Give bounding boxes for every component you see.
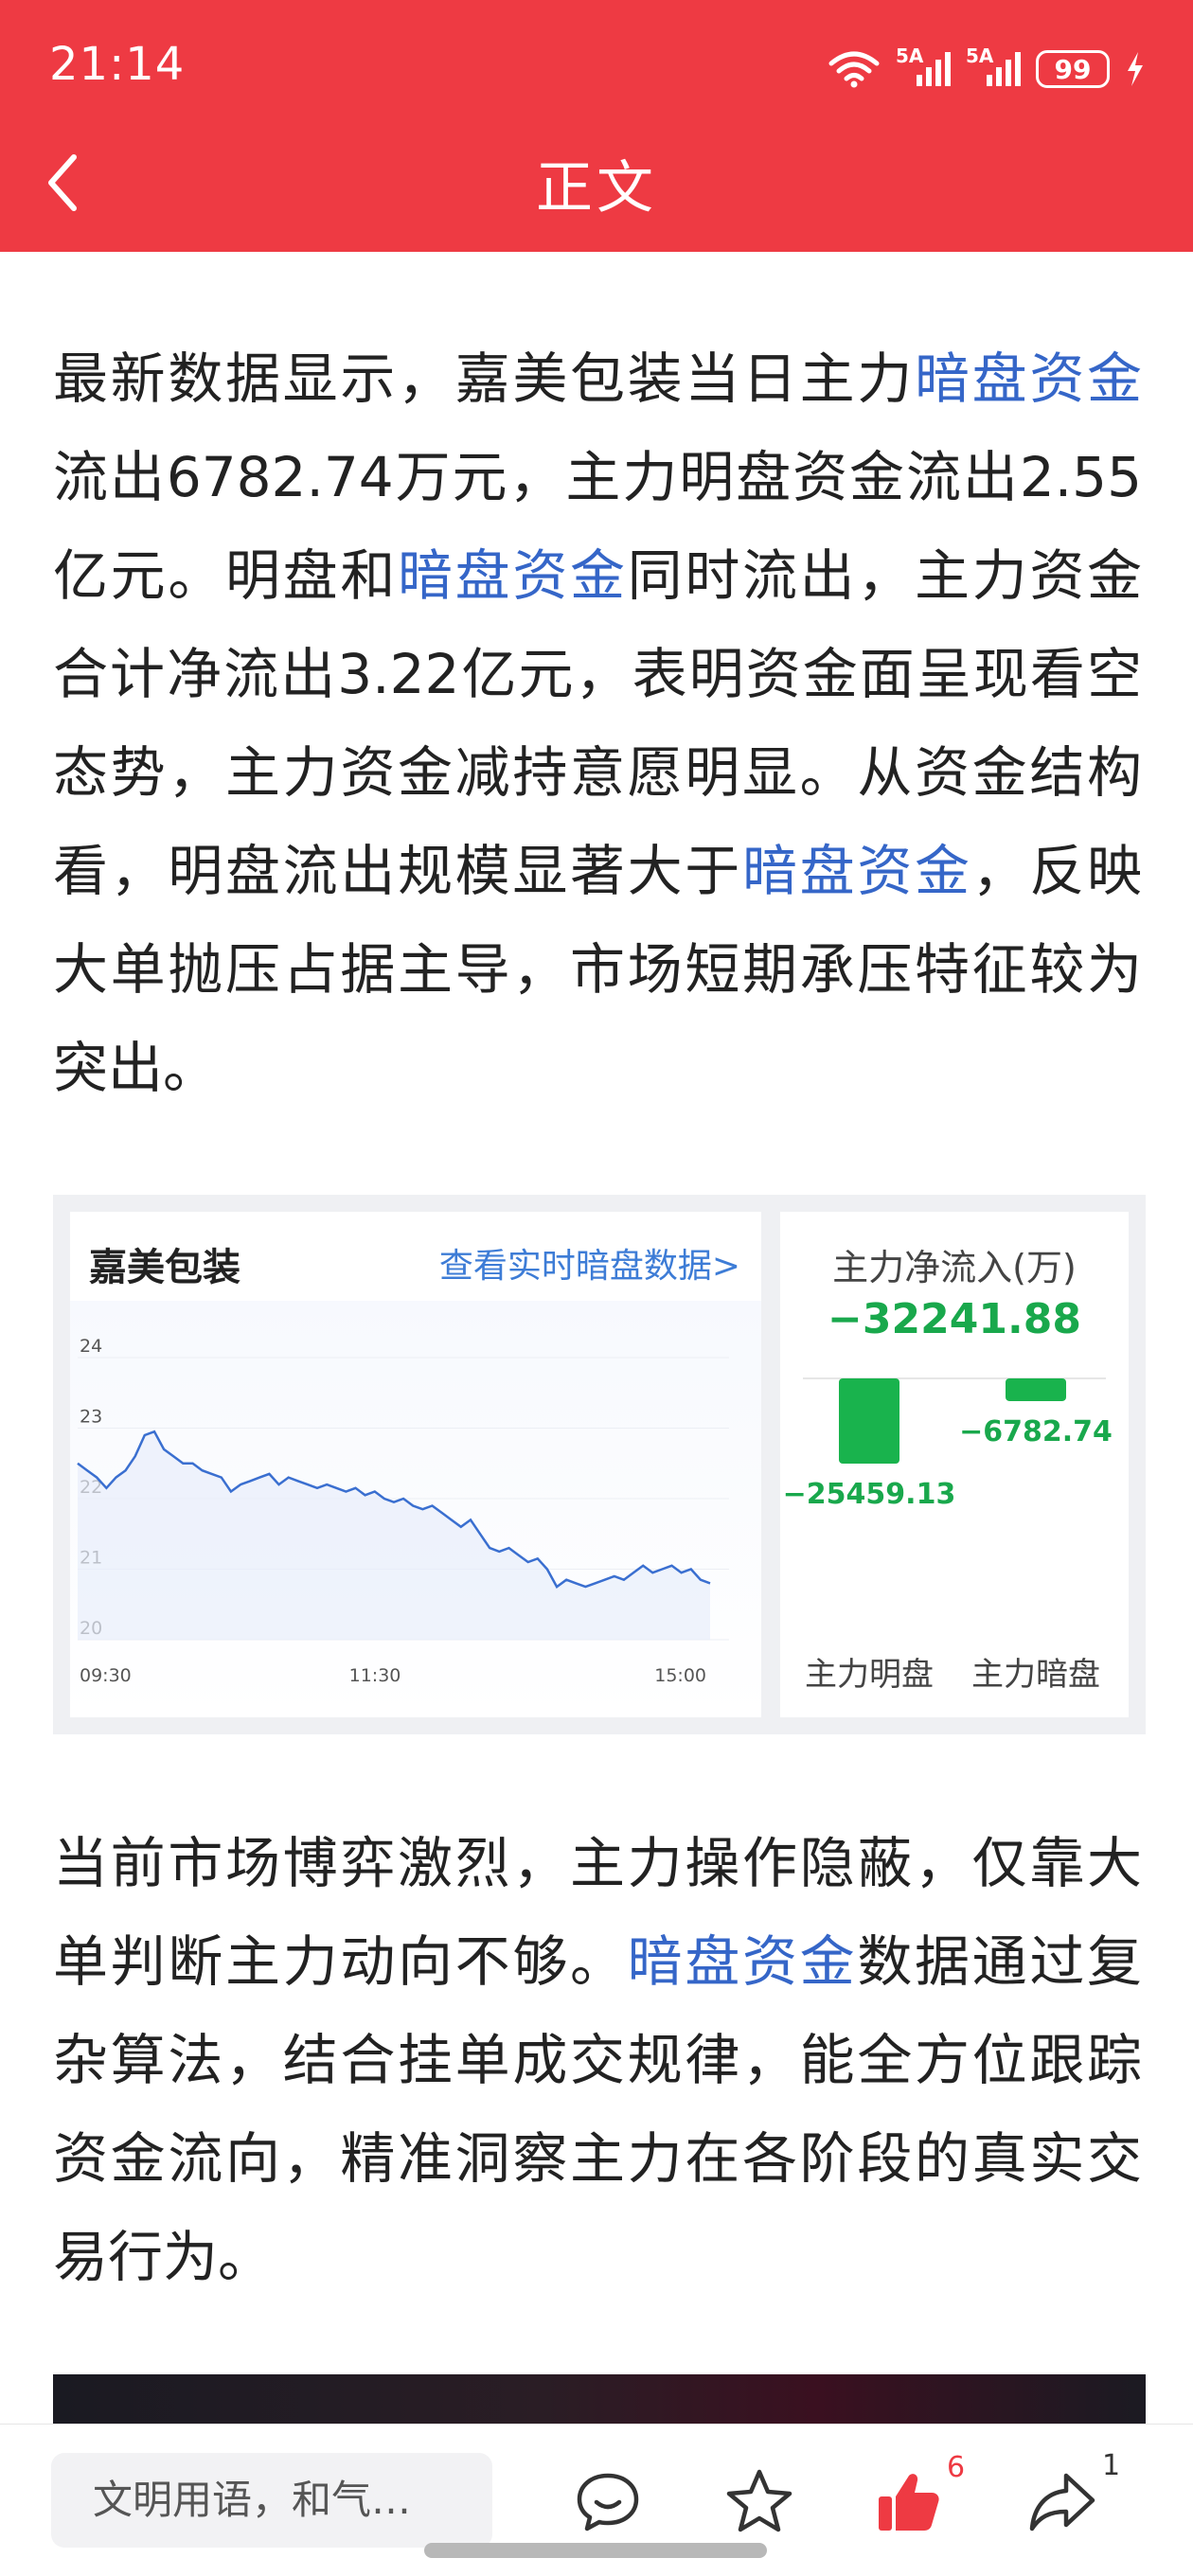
comment-input[interactable]: 文明用语，和气… [51, 2453, 492, 2548]
stock-name: 嘉美包装 [89, 1246, 240, 1289]
y-tick-label: 24 [80, 1336, 102, 1357]
status-time: 21:14 [49, 38, 186, 91]
net-inflow-panel: 主力净流入(万) −32241.88 −25459.13 主力明盘 −6782.74… [780, 1212, 1129, 1717]
capital-flow-widget: 嘉美包装 查看实时暗盘数据> 242322212009:3011:3015:00… [53, 1195, 1146, 1734]
y-tick-label: 23 [80, 1407, 102, 1428]
dark-pool-link[interactable]: 暗盘资金 [628, 1929, 858, 1994]
page-title: 正文 [536, 155, 657, 222]
share-count: 1 [1102, 2449, 1121, 2482]
bar-category-label: 主力暗盘 [971, 1656, 1100, 1694]
article-paragraph-2: 当前市场博弈激烈，主力操作隐蔽，仅靠大单判断主力动向不够。暗盘资金数据通过复杂算… [53, 1814, 1142, 2306]
app-header: 21:14 5A 5A 99 正文 [0, 0, 1193, 252]
status-icons: 5A 5A 99 [828, 44, 1146, 95]
dark-pool-link[interactable]: 暗盘资金 [915, 346, 1142, 411]
intraday-chart-svg: 242322212009:3011:3015:00 [77, 1336, 729, 1686]
share-icon[interactable] [1026, 2466, 1098, 2538]
inflow-bar-chart: −25459.13 主力明盘 −6782.74 主力暗盘 [783, 1377, 1113, 1694]
bar-value-label: −25459.13 [783, 1478, 956, 1511]
stock-chart-panel[interactable]: 嘉美包装 查看实时暗盘数据> 242322212009:3011:3015:00 [70, 1212, 761, 1717]
price-area [78, 1431, 710, 1640]
wifi-icon [828, 51, 880, 88]
paragraph-text: 最新数据显示，嘉美包装当日主力 [53, 346, 915, 411]
dark-pool-link[interactable]: 暗盘资金 [398, 543, 628, 608]
cell-signal-icon-2: 5A [966, 44, 1021, 86]
star-icon[interactable] [723, 2466, 795, 2538]
comment-icon[interactable] [572, 2466, 644, 2538]
realtime-dark-pool-link[interactable]: 查看实时暗盘数据> [439, 1238, 740, 1288]
battery-icon: 99 [1036, 50, 1110, 88]
flow-bar [1006, 1378, 1066, 1401]
bar-category-label: 主力明盘 [805, 1656, 934, 1694]
intraday-price-chart: 242322212009:3011:3015:00 [70, 1301, 761, 1717]
x-tick-label: 11:30 [349, 1665, 401, 1686]
x-tick-label: 09:30 [80, 1665, 132, 1686]
home-indicator [424, 2543, 767, 2558]
flow-bar [839, 1378, 899, 1464]
x-tick-label: 15:00 [654, 1665, 706, 1686]
bar-value-label: −6782.74 [959, 1415, 1113, 1448]
dark-pool-link[interactable]: 暗盘资金 [742, 839, 972, 903]
cell-signal-icon: 5A [896, 44, 951, 86]
charging-icon [1128, 52, 1143, 86]
article-paragraph-1: 最新数据显示，嘉美包装当日主力暗盘资金流出6782.74万元，主力明盘资金流出2… [53, 329, 1142, 1117]
like-icon[interactable] [873, 2466, 945, 2538]
like-count: 6 [947, 2451, 966, 2484]
